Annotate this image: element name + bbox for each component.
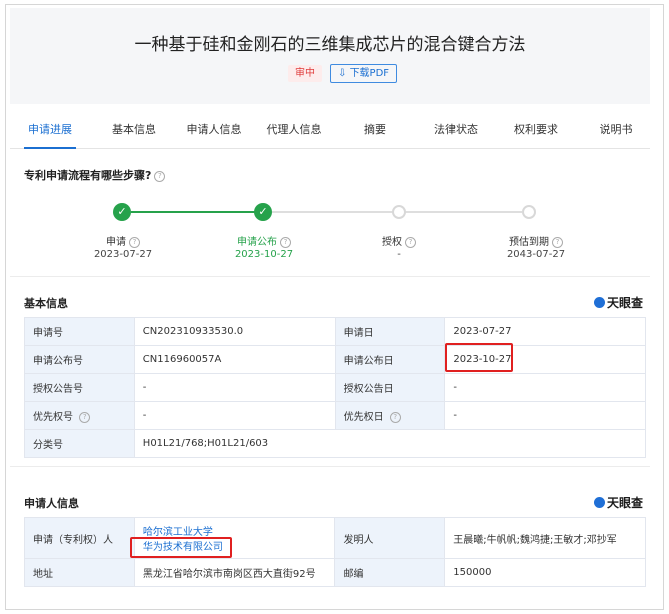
progress-line-done (131, 211, 255, 213)
help-icon[interactable]: ? (552, 236, 563, 248)
step-date: - (397, 249, 401, 260)
step-date: 2023-07-27 (93, 249, 153, 260)
table-value: H01L21/768;H01L21/603 (133, 429, 647, 458)
patent-header: 一种基于硅和金刚石的三维集成芯片的混合键合方法 审中 ⇩ 下载PDF (10, 8, 650, 104)
applicant-link[interactable]: 哈尔滨工业大学 (143, 523, 327, 538)
table-row: 授权公告号 - 授权公告日 - (24, 373, 646, 402)
step-check-icon: ✓ (113, 203, 131, 221)
table-key: 分类号 (24, 429, 135, 458)
table-key: 申请公布号 (24, 345, 135, 374)
table-key: 邮编 (334, 558, 446, 587)
table-value: 黑龙江省哈尔滨市南岗区西大直街92号 (133, 558, 336, 587)
brand-text: 天眼查 (607, 496, 644, 510)
step-label-text: 授权 (382, 237, 402, 248)
process-question-text: 专利申请流程有哪些步骤? (24, 169, 152, 182)
table-row: 分类号 H01L21/768;H01L21/603 (24, 429, 647, 458)
table-row: 申请（专利权）人 哈尔滨工业大学 华为技术有限公司 发明人 王晨曦;牛帆帆;魏鸿… (24, 517, 646, 559)
table-value: - (133, 373, 336, 402)
table-value: 王晨曦;牛帆帆;魏鸿捷;王敏才;邓抄军 (444, 517, 646, 559)
table-key: 申请日 (334, 317, 446, 346)
table-key: 申请（专利权）人 (24, 517, 135, 559)
tab-abstract[interactable]: 摘要 (355, 112, 395, 148)
table-key: 授权公告号 (24, 373, 135, 402)
tianyancha-logo-icon (594, 297, 605, 308)
table-row: 优先权号 ? - 优先权日 ? - (24, 401, 646, 430)
section-title-basic-info: 基本信息 (24, 297, 68, 310)
patent-title: 一种基于硅和金刚石的三维集成芯片的混合键合方法 (134, 35, 526, 55)
tab-legal-status[interactable]: 法律状态 (428, 112, 484, 148)
table-value: - (444, 401, 646, 430)
tab-description[interactable]: 说明书 (594, 112, 638, 148)
step-check-icon: ✓ (254, 203, 272, 221)
tianyancha-logo[interactable]: 天眼查 (594, 294, 643, 311)
download-icon: ⇩ (338, 68, 350, 79)
tianyancha-logo[interactable]: 天眼查 (594, 494, 643, 511)
step-pending-dot (522, 205, 536, 219)
table-row: 申请公布号 CN116960057A 申请公布日 2023-10-27 (24, 345, 646, 374)
step-pending-dot (392, 205, 406, 219)
step-label: 预估到期? (486, 233, 586, 248)
table-key: 优先权日 ? (334, 401, 446, 430)
step-date: 2043-07-27 (506, 249, 566, 260)
section-title-applicant-info: 申请人信息 (24, 497, 79, 510)
table-value: - (444, 373, 646, 402)
table-key: 申请号 (24, 317, 135, 346)
table-key-text: 优先权号 (33, 412, 73, 423)
table-row: 申请号 CN202310933530.0 申请日 2023-07-27 (24, 317, 646, 346)
tab-agent-info[interactable]: 代理人信息 (262, 112, 326, 148)
help-icon[interactable]: ? (154, 170, 166, 182)
table-key: 授权公告日 (334, 373, 446, 402)
tab-applicant-info[interactable]: 申请人信息 (182, 112, 246, 148)
tab-claims[interactable]: 权利要求 (508, 112, 564, 148)
divider (10, 466, 650, 467)
basic-info-table: 申请号 CN202310933530.0 申请日 2023-07-27 申请公布… (24, 317, 647, 458)
help-icon[interactable]: ? (280, 236, 291, 248)
table-value: 150000 (444, 558, 646, 587)
table-key: 发明人 (334, 517, 446, 559)
download-pdf-label: 下载PDF (349, 68, 390, 79)
tab-basic-info[interactable]: 基本信息 (104, 112, 164, 148)
process-question: 专利申请流程有哪些步骤?? (24, 167, 166, 183)
applicant-info-table: 申请（专利权）人 哈尔滨工业大学 华为技术有限公司 发明人 王晨曦;牛帆帆;魏鸿… (24, 517, 646, 587)
table-value: CN116960057A (133, 345, 336, 374)
step-label: 授权? (354, 233, 444, 248)
brand-text: 天眼查 (607, 296, 644, 310)
help-icon[interactable]: ? (79, 411, 91, 423)
step-label: 申请公布? (219, 233, 309, 248)
step-label-text: 申请 (106, 237, 126, 248)
table-key: 优先权号 ? (24, 401, 135, 430)
table-value: CN202310933530.0 (133, 317, 336, 346)
step-date: 2023-10-27 (234, 249, 294, 260)
status-badge: 审中 (288, 65, 322, 82)
step-label-text: 预估到期 (509, 237, 549, 248)
highlight-box (445, 343, 513, 372)
highlight-box (130, 537, 232, 558)
help-icon[interactable]: ? (405, 236, 416, 248)
step-label-text: 申请公布 (237, 237, 277, 248)
help-icon[interactable]: ? (129, 236, 140, 248)
table-row: 地址 黑龙江省哈尔滨市南岗区西大直街92号 邮编 150000 (24, 558, 646, 587)
tab-bar: 申请进展 基本信息 申请人信息 代理人信息 摘要 法律状态 权利要求 说明书 (10, 112, 650, 149)
table-value: - (133, 401, 336, 430)
help-icon[interactable]: ? (389, 411, 401, 423)
download-pdf-button[interactable]: ⇩ 下载PDF (330, 64, 398, 83)
table-key-text: 优先权日 (343, 412, 384, 423)
table-value: 2023-07-27 (444, 317, 646, 346)
table-key: 申请公布日 (334, 345, 446, 374)
divider (10, 276, 650, 277)
tab-progress[interactable]: 申请进展 (24, 112, 76, 149)
tianyancha-logo-icon (594, 497, 605, 508)
step-label: 申请? (78, 233, 168, 248)
table-key: 地址 (24, 558, 135, 587)
